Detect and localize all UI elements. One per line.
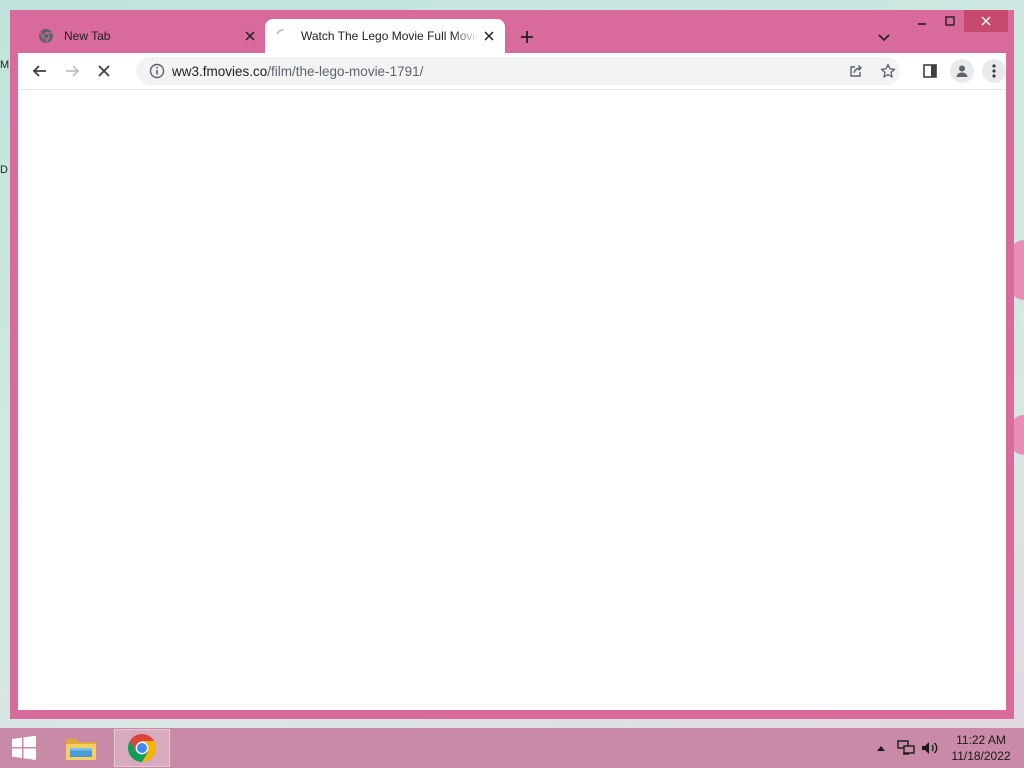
arrow-right-icon [64, 63, 80, 79]
maximize-icon [945, 16, 955, 26]
tab-search-button[interactable] [874, 28, 894, 48]
maximize-button[interactable] [936, 10, 964, 32]
side-panel-icon [922, 63, 938, 79]
title-bar[interactable]: New Tab Watch The Lego Movie Full Movie [10, 10, 1014, 53]
back-button[interactable] [28, 59, 52, 83]
tab-title: Watch The Lego Movie Full Movie [301, 29, 479, 43]
forward-button[interactable] [60, 59, 84, 83]
tab-new-tab[interactable]: New Tab [30, 19, 266, 53]
volume-tray-button[interactable] [920, 728, 940, 768]
address-bar[interactable]: ww3.fmovies.co/film/the-lego-movie-1791/ [136, 57, 900, 85]
chrome-icon [126, 732, 158, 764]
star-icon[interactable] [876, 59, 900, 83]
close-window-button[interactable] [964, 10, 1008, 32]
file-explorer-icon [64, 733, 98, 763]
taskbar-clock[interactable]: 11:22 AM 11/18/2022 [944, 732, 1018, 766]
share-icon[interactable] [844, 59, 868, 83]
minimize-button[interactable] [908, 10, 936, 32]
url-path: /film/the-lego-movie-1791/ [267, 63, 424, 79]
tab-lego-movie[interactable]: Watch The Lego Movie Full Movie [265, 19, 505, 53]
minimize-icon [917, 16, 927, 26]
windows-icon [11, 735, 37, 761]
chrome-icon [38, 28, 54, 44]
taskbar-file-explorer[interactable] [53, 729, 109, 767]
chevron-up-icon [877, 745, 885, 751]
close-icon [97, 64, 111, 78]
arrow-left-icon [32, 63, 48, 79]
info-icon[interactable] [142, 57, 172, 85]
network-tray-button[interactable] [896, 728, 916, 768]
stop-loading-button[interactable] [92, 59, 116, 83]
chevron-down-icon [878, 34, 890, 42]
plus-icon [520, 30, 534, 44]
url-text[interactable]: ww3.fmovies.co/film/the-lego-movie-1791/ [172, 64, 423, 79]
clock-date: 11/18/2022 [951, 749, 1011, 763]
start-button[interactable] [4, 732, 44, 764]
new-tab-button[interactable] [516, 26, 538, 48]
close-icon [981, 16, 991, 26]
browser-toolbar: ww3.fmovies.co/film/the-lego-movie-1791/ [18, 53, 1006, 89]
page-content[interactable] [18, 89, 1006, 710]
tab-title: New Tab [64, 29, 111, 43]
close-icon[interactable] [479, 26, 499, 46]
show-hidden-icons-button[interactable] [874, 728, 888, 768]
side-panel-button[interactable] [918, 59, 942, 83]
taskbar-chrome[interactable] [114, 729, 170, 767]
clock-time: 11:22 AM [956, 733, 1006, 747]
speaker-icon [921, 740, 939, 756]
profile-button[interactable] [950, 59, 974, 83]
close-icon[interactable] [240, 26, 260, 46]
menu-button[interactable] [982, 59, 1006, 83]
chrome-window: New Tab Watch The Lego Movie Full Movie [10, 10, 1014, 719]
avatar-icon [954, 63, 970, 79]
url-host: ww3.fmovies.co [172, 63, 268, 79]
network-icon [897, 740, 915, 756]
loading-spinner-icon [275, 28, 291, 44]
more-vert-icon [992, 63, 996, 79]
taskbar: 11:22 AM 11/18/2022 [0, 728, 1024, 768]
